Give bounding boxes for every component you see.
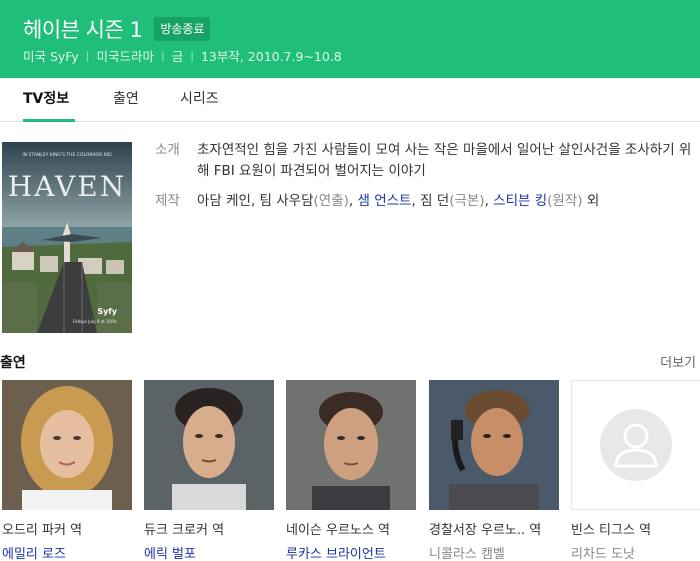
production-writer-jim-dunn: , 짐 던 bbox=[411, 193, 450, 209]
status-badge: 방송종료 bbox=[154, 17, 211, 41]
page-title: 헤이븐 시즌 1 bbox=[23, 18, 143, 42]
tab-bar: TV정보 출연 시리즈 bbox=[0, 78, 700, 122]
actor-photo[interactable] bbox=[2, 380, 132, 510]
production-directors: 아담 케인, 팀 사우담 bbox=[197, 193, 314, 209]
actor-photo[interactable] bbox=[144, 380, 274, 510]
cast-card[interactable]: 경찰서장 우르노.. 역 니콜라스 캠벨 bbox=[429, 380, 559, 561]
cast-card[interactable]: 네이슨 우르노스 역 루카스 브라이언트 bbox=[286, 380, 416, 561]
actor-portrait bbox=[144, 380, 274, 510]
poster-artwork: IN STANLEY KING'S THE COLORADO KID HAVEN… bbox=[2, 142, 132, 333]
cast-card[interactable]: 듀크 크로커 역 에릭 벌포 bbox=[144, 380, 274, 561]
actor-portrait bbox=[2, 380, 132, 510]
cast-card[interactable]: 오드리 파커 역 에밀리 로즈 bbox=[2, 380, 132, 561]
actor-portrait bbox=[429, 380, 559, 510]
tab-cast[interactable]: 출연 bbox=[113, 78, 139, 122]
cast-section-header: 출연 더보기 bbox=[0, 352, 700, 374]
actor-portrait bbox=[286, 380, 416, 510]
actor-photo[interactable] bbox=[429, 380, 559, 510]
meta-divider: | bbox=[85, 49, 90, 62]
production-text: 아담 케인, 팀 사우담(연출), 샘 언스트, 짐 던(극본), 스티븐 킹(… bbox=[197, 191, 599, 212]
show-info: 소개 초자연적인 힘을 가진 사람들이 모여 사는 작은 마을에서 일어난 살인… bbox=[155, 140, 695, 221]
actor-photo[interactable] bbox=[286, 380, 416, 510]
meta-genre: 미국드라마 bbox=[96, 49, 154, 64]
actor-name-link[interactable]: 에밀리 로즈 bbox=[2, 543, 132, 561]
meta-divider: | bbox=[160, 49, 165, 62]
more-cast-link[interactable]: 더보기 bbox=[660, 352, 696, 371]
production-row: 제작 아담 케인, 팀 사우담(연출), 샘 언스트, 짐 던(극본), 스티븐… bbox=[155, 191, 695, 212]
actor-photo-placeholder[interactable] bbox=[571, 380, 700, 510]
production-role-original: (원작) bbox=[547, 193, 583, 209]
intro-label: 소개 bbox=[155, 142, 180, 158]
meta-network: 미국 SyFy bbox=[23, 49, 79, 64]
production-role-directing: (연출) bbox=[313, 193, 349, 209]
production-label: 제작 bbox=[155, 193, 180, 209]
production-suffix: 외 bbox=[582, 193, 600, 209]
tab-series[interactable]: 시리즈 bbox=[180, 78, 219, 122]
intro-row: 소개 초자연적인 힘을 가진 사람들이 모여 사는 작은 마을에서 일어난 살인… bbox=[155, 140, 695, 182]
tab-tv-info[interactable]: TV정보 bbox=[23, 78, 75, 122]
meta-episodes: 13부작, 2010.7.9~10.8 bbox=[200, 49, 342, 64]
cast-role: 듀크 크로커 역 bbox=[144, 523, 225, 538]
default-profile-icon bbox=[600, 409, 672, 481]
poster-logo-text: HAVEN bbox=[8, 170, 126, 203]
poster-image[interactable]: IN STANLEY KING'S THE COLORADO KID HAVEN… bbox=[2, 142, 132, 333]
meta-divider: | bbox=[190, 49, 194, 62]
cast-title: 출연 bbox=[0, 355, 26, 371]
title-row: 헤이븐 시즌 1 방송종료 bbox=[23, 14, 211, 44]
poster-airdate: Fridays July 9 at 10/9c bbox=[73, 319, 117, 324]
cast-role: 빈스 티그스 역 bbox=[571, 523, 652, 538]
actor-name: 리차드 도낫 bbox=[571, 547, 635, 561]
show-meta: 미국 SyFy | 미국드라마 | 금 | 13부작, 2010.7.9~10.… bbox=[23, 46, 342, 65]
cast-role: 오드리 파커 역 bbox=[2, 523, 83, 538]
production-separator: , bbox=[484, 193, 494, 209]
intro-text: 초자연적인 힘을 가진 사람들이 모여 사는 작은 마을에서 일어난 살인사건을… bbox=[197, 142, 692, 179]
writer-link-sam-ernst[interactable]: 샘 언스트 bbox=[358, 193, 412, 209]
meta-day: 금 bbox=[171, 49, 184, 64]
production-role-writing: (극본) bbox=[449, 193, 485, 209]
cast-role: 경찰서장 우르노.. 역 bbox=[429, 523, 542, 538]
actor-name-link[interactable]: 루카스 브라이언트 bbox=[286, 543, 416, 561]
actor-name-link[interactable]: 에릭 벌포 bbox=[144, 543, 274, 561]
actor-name: 니콜라스 캠벨 bbox=[429, 547, 505, 561]
poster-top-text: IN STANLEY KING'S THE COLORADO KID bbox=[22, 152, 112, 158]
cast-card[interactable]: 빈스 티그스 역 리차드 도낫 bbox=[571, 380, 700, 561]
author-link-stephen-king[interactable]: 스티븐 킹 bbox=[493, 193, 547, 209]
poster-network-logo: Syfy bbox=[97, 307, 117, 316]
title-header: 헤이븐 시즌 1 방송종료 미국 SyFy | 미국드라마 | 금 | 13부작… bbox=[0, 0, 700, 78]
cast-role: 네이슨 우르노스 역 bbox=[286, 523, 390, 538]
production-separator: , bbox=[348, 193, 358, 209]
